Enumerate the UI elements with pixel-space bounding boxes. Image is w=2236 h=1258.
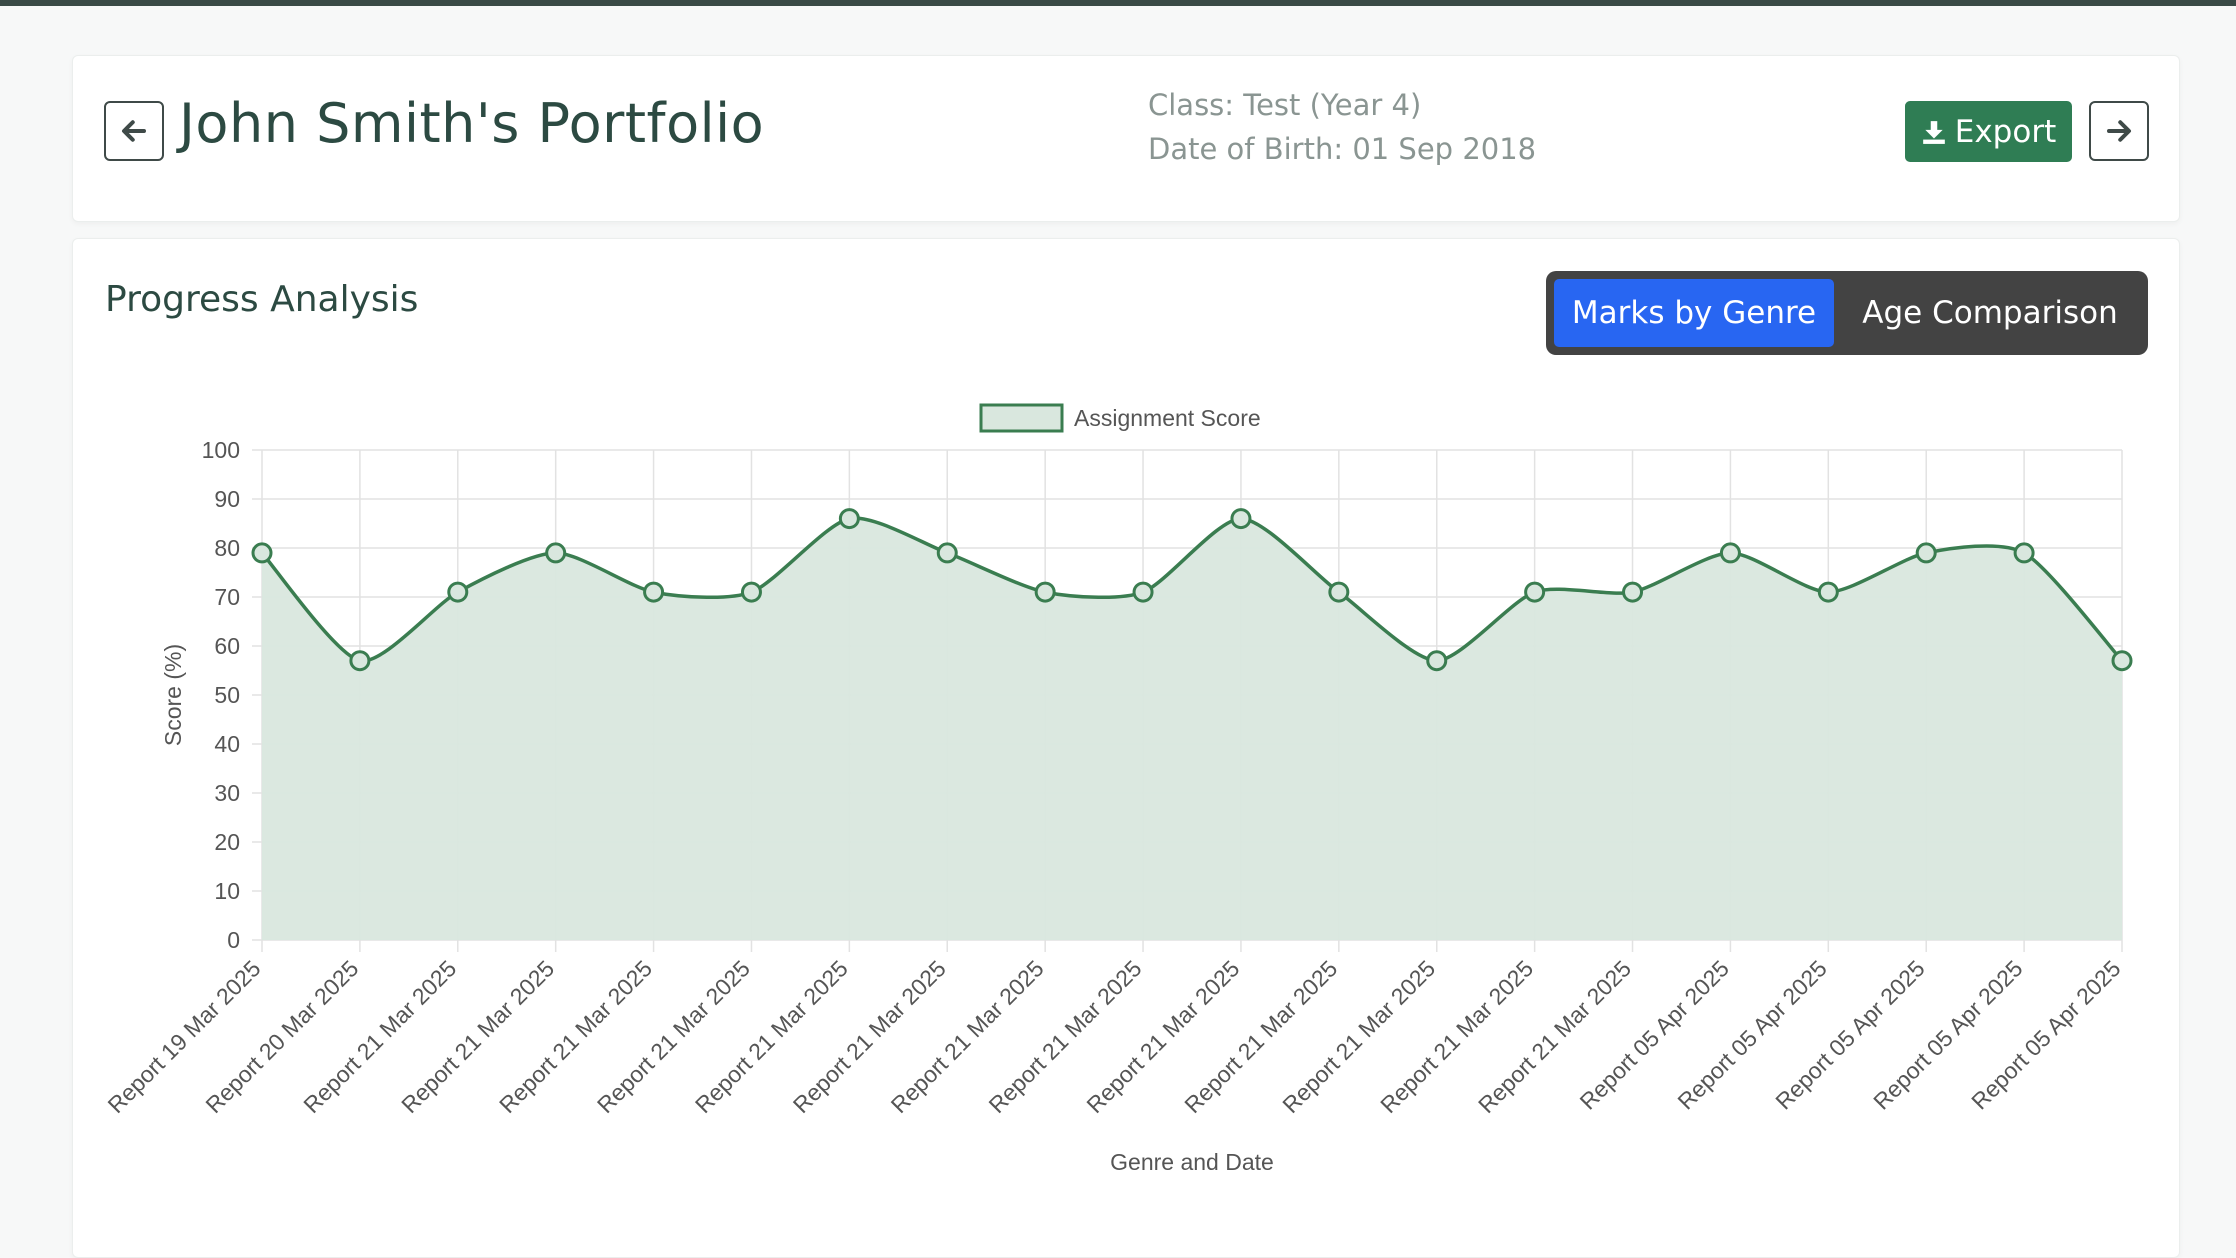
y-tick-label: 50 (214, 682, 240, 708)
y-tick-label: 10 (214, 878, 240, 904)
score-point[interactable] (740, 581, 762, 603)
score-point[interactable] (643, 581, 665, 603)
y-tick-label: 80 (214, 535, 240, 561)
score-point[interactable] (349, 650, 371, 672)
score-point[interactable] (447, 581, 469, 603)
score-point[interactable] (1426, 650, 1448, 672)
score-point[interactable] (1132, 581, 1154, 603)
score-point[interactable] (1328, 581, 1350, 603)
score-point[interactable] (1719, 542, 1741, 564)
score-point[interactable] (545, 542, 567, 564)
score-point[interactable] (936, 542, 958, 564)
score-point[interactable] (1524, 581, 1546, 603)
y-tick-label: 70 (214, 584, 240, 610)
score-point[interactable] (1230, 508, 1252, 530)
y-tick-label: 90 (214, 486, 240, 512)
x-axis-title: Genre and Date (1110, 1149, 1274, 1175)
chart-legend: Assignment Score (979, 403, 1261, 433)
score-point[interactable] (1817, 581, 1839, 603)
y-tick-label: 60 (214, 633, 240, 659)
score-point[interactable] (2111, 650, 2133, 672)
score-point[interactable] (1034, 581, 1056, 603)
y-tick-label: 40 (214, 731, 240, 757)
score-point[interactable] (251, 542, 273, 564)
score-area-fill (262, 518, 2122, 940)
y-tick-label: 100 (202, 437, 240, 463)
y-axis-title: Score (%) (160, 644, 186, 746)
y-tick-label: 30 (214, 780, 240, 806)
y-tick-label: 0 (227, 927, 240, 953)
score-point[interactable] (1915, 542, 1937, 564)
score-point[interactable] (838, 508, 860, 530)
score-chart: 0102030405060708090100Report 19 Mar 2025… (102, 403, 2133, 1175)
y-tick-label: 20 (214, 829, 240, 855)
score-point[interactable] (2013, 542, 2035, 564)
legend-swatch (979, 403, 1064, 433)
legend-label: Assignment Score (1074, 405, 1261, 431)
score-point[interactable] (1622, 581, 1644, 603)
